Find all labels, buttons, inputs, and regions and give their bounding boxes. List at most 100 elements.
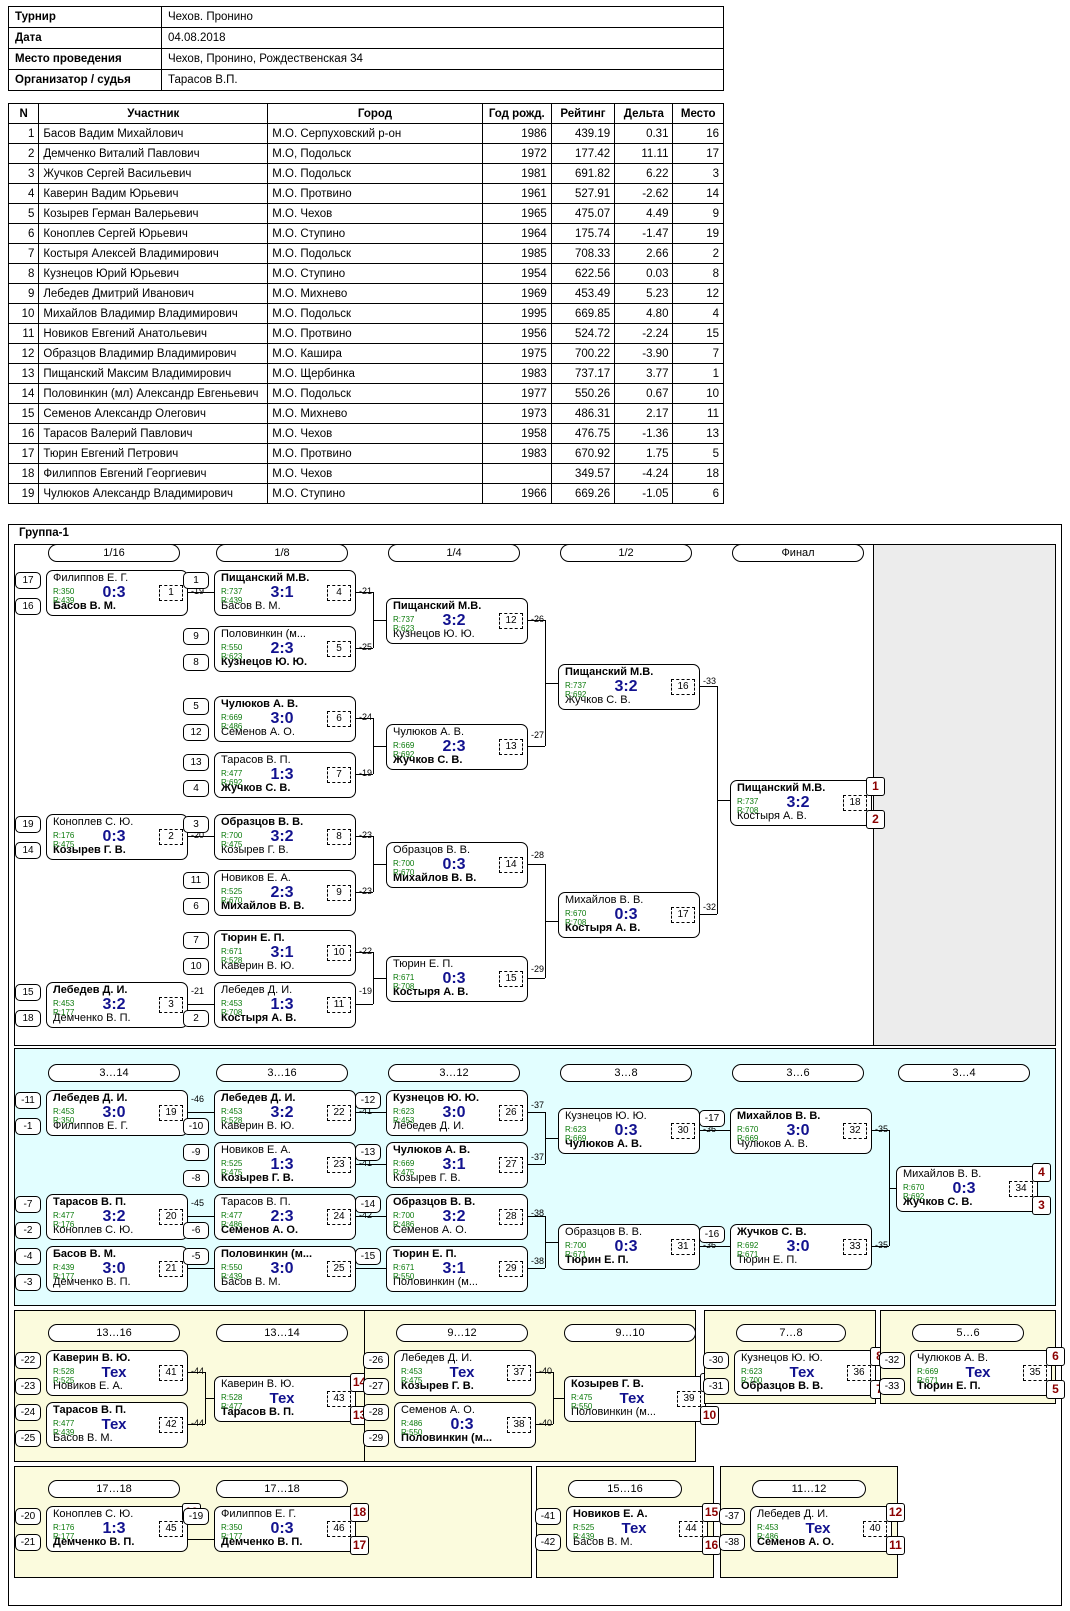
match-index: 40 (863, 1521, 887, 1537)
connector-line (373, 746, 386, 747)
match-card[interactable]: Образцов В. В. Козырев Г. В. R:700 R:475 3:2… (214, 814, 356, 860)
match-card[interactable]: Коноплев С. Ю. Козырев Г. В. R:176 R:475 0:3… (46, 814, 188, 860)
match-card[interactable]: Лебедев Д. И. Демченко В. П. R:453 R:177 3:2… (46, 982, 188, 1028)
match-card[interactable]: Филиппов Е. Г. Демченко В. П. R:350 R:177 0:… (214, 1506, 356, 1552)
match-card[interactable]: Михайлов В. В. Чулюков А. В. R:670 R:669 3:0… (730, 1108, 872, 1154)
match-card[interactable]: Каверин В. Ю. Новиков Е. А. R:528 R:525 Тех 4… (46, 1350, 188, 1396)
match-card[interactable]: Тарасов В. П. Жучков С. В. R:477 R:692 1:3 7 (214, 752, 356, 798)
match-card[interactable]: Тарасов В. П. Семенов А. О. R:477 R:486 2:3 2… (214, 1194, 356, 1240)
match-card[interactable]: Образцов В. В. Тюрин Е. П. R:700 R:671 0:3 31 (558, 1224, 700, 1270)
match-card[interactable]: Пищанский М.В. Жучков С. В. R:737 R:692 3:2 1… (558, 664, 700, 710)
match-card[interactable]: Тарасов В. П. Басов В. М. R:477 R:439 Тех 42 (46, 1402, 188, 1448)
rating-r2: R:486 (221, 722, 243, 731)
rating-r2: R:550 (393, 1272, 415, 1281)
match-index: 6 (327, 711, 351, 727)
match-card[interactable]: Каверин В. Ю. Тарасов В. П. R:528 R:477 Тех 4… (214, 1376, 356, 1422)
seed-bottom: 6 (183, 898, 209, 915)
player-top: Кузнецов Ю. Ю. (393, 1092, 480, 1104)
info-row: Турнир Чехов. Пронино (8, 6, 724, 28)
rating-r1: R:528 (221, 1393, 243, 1402)
cell-rating: 486.31 (550, 403, 616, 424)
match-card[interactable]: Лебедев Д. И. Семенов А. О. R:453 R:486 Тех 4… (750, 1506, 892, 1552)
match-card[interactable]: Чулюков А. В. Семенов А. О. R:669 R:486 3:0 6 (214, 696, 356, 742)
match-card[interactable]: Тюрин Е. П. Половинкин (м... R:671 R:550 3:1… (386, 1246, 528, 1292)
seed-top: -5 (183, 1248, 209, 1265)
cell-name: Каверин Вадим Юрьевич (38, 183, 269, 204)
match-card[interactable]: Лебедев Д. И. Каверин В. Ю. R:453 R:528 3:2 2… (214, 1090, 356, 1136)
connector-label: -45 (191, 1198, 205, 1208)
seed-bottom: 16 (15, 598, 41, 615)
match-card[interactable]: Пищанский М.В. Кузнецов Ю. Ю. R:737 R:623 3:… (386, 598, 528, 644)
match-card[interactable]: Кузнецов Ю. Ю. Чулюков А. В. R:623 R:669 0:3… (558, 1108, 700, 1154)
player-top: Каверин В. Ю. (53, 1352, 131, 1364)
seed-top: 19 (15, 816, 41, 833)
match-score: 3:1 (270, 944, 294, 961)
match-card[interactable]: Коноплев С. Ю. Демченко В. П. R:176 R:177 1:… (46, 1506, 188, 1552)
seed-top: -26 (363, 1352, 389, 1369)
cell-name: Демченко Виталий Павлович (38, 143, 269, 164)
match-card[interactable]: Пищанский М.В. Басов В. М. R:737 R:439 3:1 4 (214, 570, 356, 616)
match-card[interactable]: Жучков С. В. Тюрин Е. П. R:692 R:671 3:0 33 (730, 1224, 872, 1270)
match-card[interactable]: Половинкин (м... Кузнецов Ю. Ю. R:550 R:623… (214, 626, 356, 672)
match-card[interactable]: Новиков Е. А. Басов В. М. R:525 R:439 Тех 44 (566, 1506, 708, 1552)
match-index: 26 (499, 1105, 523, 1121)
cell-name: Филиппов Евгений Георгиевич (38, 463, 269, 484)
connector-label: -40 (539, 1366, 553, 1376)
cell-delta: -3.90 (614, 343, 674, 364)
match-card[interactable]: Михайлов В. В. Костыря А. В. R:670 R:708 0:3… (558, 892, 700, 938)
seed-top: -4 (15, 1248, 41, 1265)
match-card[interactable]: Образцов В. В. Михайлов В. В. R:700 R:670 0:… (386, 842, 528, 888)
match-card[interactable]: Новиков Е. А. Михайлов В. В. R:525 R:670 2:3… (214, 870, 356, 916)
rating-r2: R:486 (393, 1220, 415, 1229)
match-index: 46 (327, 1521, 351, 1537)
match-card[interactable]: Филиппов Е. Г. Басов В. М. R:350 R:439 0:3 1 (46, 570, 188, 616)
table-row: 12 Образцов Владимир Владимирович М.О. Каш… (7, 343, 724, 364)
player-top: Образцов В. В. (221, 816, 304, 828)
match-card[interactable]: Пищанский М.В. Костыря А. В. R:737 R:708 3:2… (730, 780, 872, 826)
table-row: 2 Демченко Виталий Павлович М.О, Подольск 1… (7, 143, 724, 164)
match-card[interactable]: Семенов А. О. Половинкин (м... R:486 R:550 0… (394, 1402, 536, 1448)
cell-place: 19 (672, 223, 724, 244)
match-card[interactable]: Чулюков А. В. Тюрин Е. П. R:669 R:671 Тех 35 (910, 1350, 1052, 1396)
round-label: Финал (732, 544, 864, 562)
match-score: 3:1 (270, 584, 294, 601)
cell-n: 14 (7, 383, 40, 404)
match-card[interactable]: Лебедев Д. И. Козырев Г. В. R:453 R:475 Тех 3… (394, 1350, 536, 1396)
seed-top: -15 (355, 1248, 381, 1265)
cell-name: Басов Вадим Михайлович (38, 123, 269, 144)
match-card[interactable]: Лебедев Д. И. Костыря А. В. R:453 R:708 1:3 1… (214, 982, 356, 1028)
connector-label: -40 (539, 1418, 553, 1428)
rating-r2: R:177 (221, 1532, 243, 1541)
match-card[interactable]: Чулюков А. В. Жучков С. В. R:669 R:692 2:3 13 (386, 724, 528, 770)
cell-city: М.О. Чехов (267, 203, 483, 224)
match-card[interactable]: Басов В. М. Демченко В. П. R:439 R:177 3:0 21 (46, 1246, 188, 1292)
match-card[interactable]: Тарасов В. П. Коноплев С. Ю. R:477 R:176 3:2… (46, 1194, 188, 1240)
seed-bottom: -31 (703, 1378, 729, 1395)
match-card[interactable]: Лебедев Д. И. Филиппов Е. Г. R:453 R:350 3:0… (46, 1090, 188, 1136)
rating-r1: R:477 (221, 769, 243, 778)
player-top: Пищанский М.В. (393, 600, 482, 612)
match-card[interactable]: Чулюков А. В. Козырев Г. В. R:669 R:475 3:1 2… (386, 1142, 528, 1188)
match-card[interactable]: Тюрин Е. П. Костыря А. В. R:671 R:708 0:3 15 (386, 956, 528, 1002)
match-card[interactable]: Кузнецов Ю. Ю. Образцов В. В. R:623 R:700 Те… (734, 1350, 876, 1396)
connector-label: -24 (359, 712, 373, 722)
match-card[interactable]: Новиков Е. А. Козырев Г. В. R:525 R:475 1:3 2… (214, 1142, 356, 1188)
rating-r1: R:669 (917, 1367, 939, 1376)
match-card[interactable]: Михайлов В. В. Жучков С. В. R:670 R:692 0:3 3… (896, 1166, 1038, 1212)
table-row: 19 Чулюков Александр Владимирович М.О. Сту… (7, 483, 724, 504)
match-card[interactable]: Козырев Г. В. Половинкин (м... R:475 R:550 Т… (564, 1376, 706, 1422)
cell-place: 18 (672, 463, 724, 484)
table-row: 11 Новиков Евгений Анатольевич М.О. Протви… (7, 323, 724, 344)
seed-top: -37 (719, 1508, 745, 1525)
cell-place: 15 (672, 323, 724, 344)
match-index: 19 (159, 1105, 183, 1121)
match-card[interactable]: Кузнецов Ю. Ю. Лебедев Д. И. R:623 R:453 3:0… (386, 1090, 528, 1136)
match-card[interactable]: Образцов В. В. Семенов А. О. R:700 R:486 3:2… (386, 1194, 528, 1240)
cell-city: М.О. Подольск (267, 163, 483, 184)
cell-rating: 669.26 (550, 483, 616, 504)
match-card[interactable]: Тюрин Е. П. Каверин В. Ю. R:671 R:528 3:1 10 (214, 930, 356, 976)
match-card[interactable]: Половинкин (м... Басов В. М. R:550 R:439 3:0… (214, 1246, 356, 1292)
rating-r2: R:550 (571, 1402, 593, 1411)
connector-line (355, 648, 373, 649)
rating-r1: R:477 (53, 1211, 75, 1220)
